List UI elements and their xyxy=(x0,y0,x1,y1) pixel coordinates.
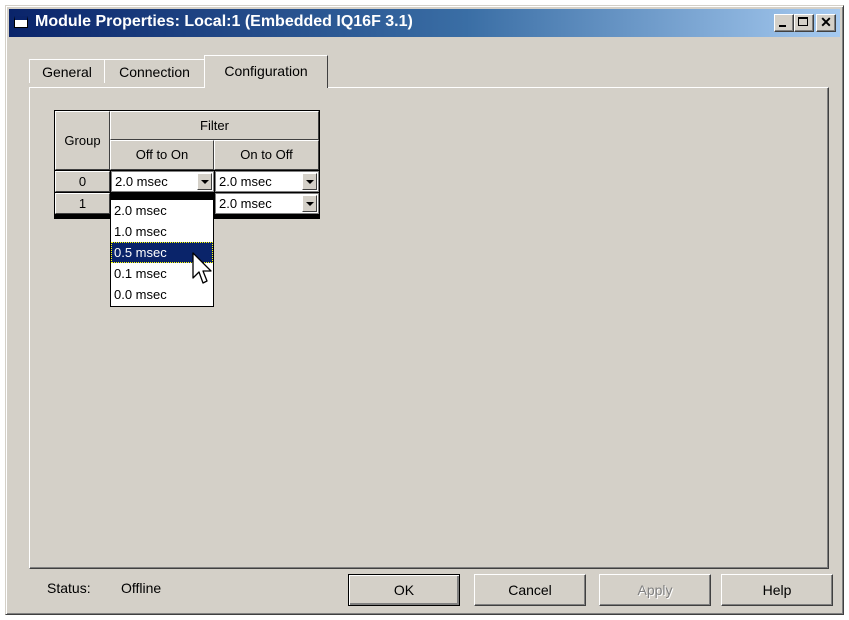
off-to-on-select-row-0[interactable]: 2.0 msec xyxy=(111,171,214,192)
filter-header: Filter xyxy=(110,111,319,140)
on-to-off-value-row-1: 2.0 msec xyxy=(219,196,272,211)
mouse-cursor-icon xyxy=(192,252,212,284)
chevron-down-icon[interactable] xyxy=(197,173,212,190)
chevron-down-icon[interactable] xyxy=(302,195,317,212)
window-title: Module Properties: Local:1 (Embedded IQ1… xyxy=(35,13,413,30)
title-bar[interactable]: Module Properties: Local:1 (Embedded IQ1… xyxy=(9,9,840,37)
apply-button[interactable]: Apply xyxy=(599,574,711,606)
help-button[interactable]: Help xyxy=(721,574,833,606)
maximize-icon xyxy=(798,17,808,26)
tab-configuration[interactable]: Configuration xyxy=(204,55,328,88)
off-to-on-value-row-0: 2.0 msec xyxy=(115,174,168,189)
ok-button[interactable]: OK xyxy=(348,574,460,606)
on-to-off-select-row-1[interactable]: 2.0 msec xyxy=(215,193,319,214)
minimize-button[interactable] xyxy=(774,14,794,32)
status-label: Status: xyxy=(47,580,91,596)
window-icon xyxy=(14,16,28,28)
group-row-0[interactable]: 0 xyxy=(55,171,110,192)
on-to-off-header: On to Off xyxy=(214,140,319,170)
on-to-off-select-row-0[interactable]: 2.0 msec xyxy=(215,171,319,192)
on-to-off-value-row-0: 2.0 msec xyxy=(219,174,272,189)
close-button[interactable]: ✕ xyxy=(816,14,836,32)
off-to-on-header: Off to On xyxy=(110,140,214,170)
close-icon: ✕ xyxy=(820,14,832,30)
cancel-button[interactable]: Cancel xyxy=(474,574,586,606)
tab-general[interactable]: General xyxy=(29,59,105,83)
minimize-icon xyxy=(779,25,786,27)
maximize-button[interactable] xyxy=(794,14,814,32)
chevron-down-icon[interactable] xyxy=(302,173,317,190)
dropdown-option[interactable]: 2.0 msec xyxy=(111,200,213,221)
group-header: Group xyxy=(55,111,110,170)
tab-connection[interactable]: Connection xyxy=(104,59,205,83)
status-value: Offline xyxy=(121,580,162,596)
group-row-1[interactable]: 1 xyxy=(55,193,110,214)
dropdown-option[interactable]: 1.0 msec xyxy=(111,221,213,242)
